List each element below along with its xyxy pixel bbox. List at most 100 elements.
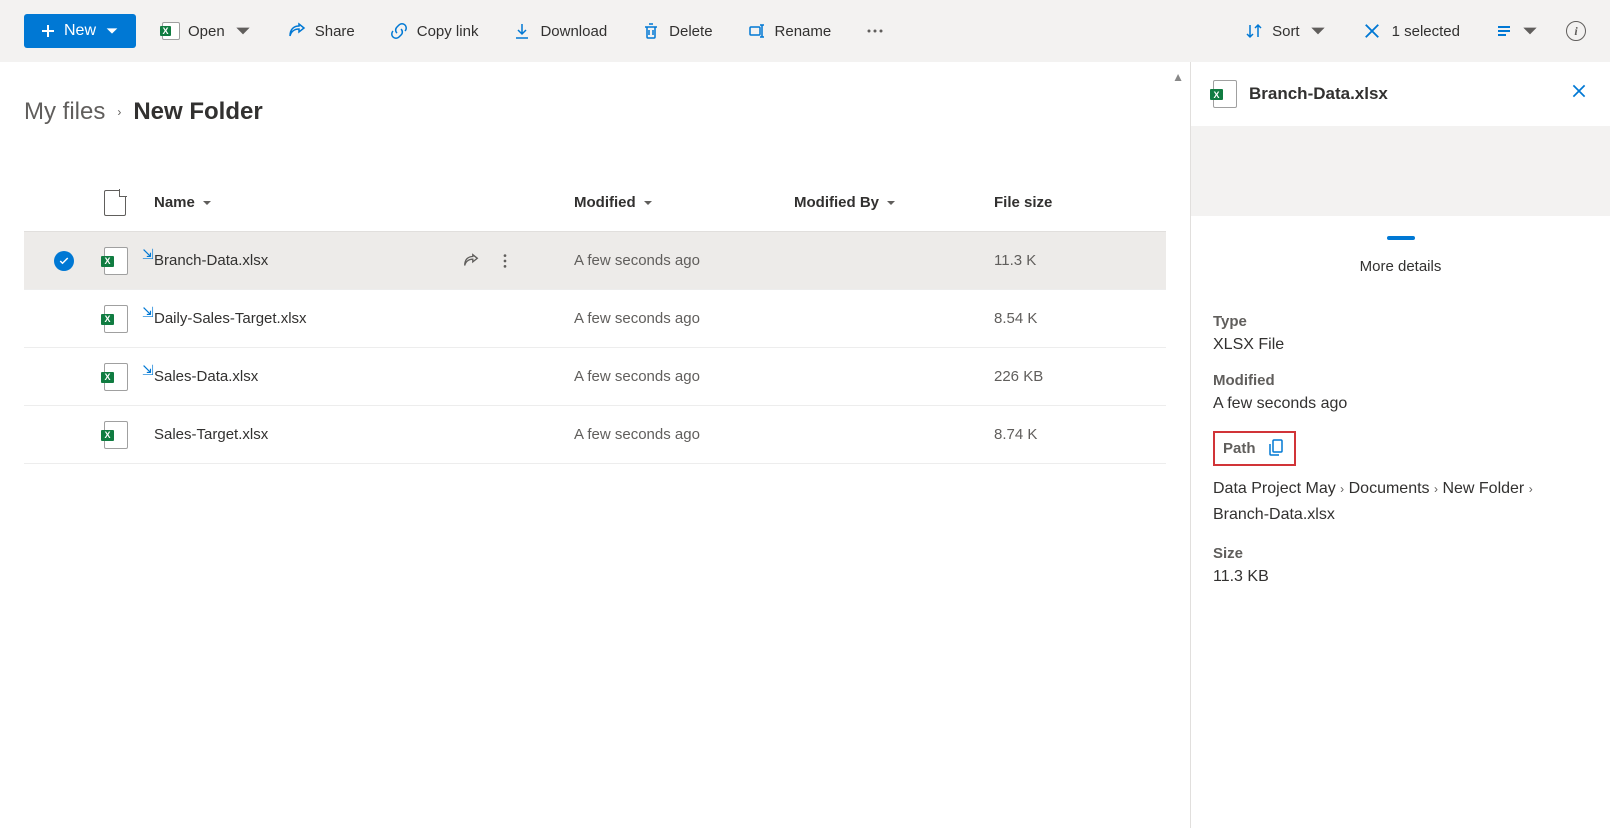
type-value: XLSX File	[1213, 336, 1588, 354]
more-icon[interactable]	[496, 252, 514, 270]
file-table: Name Modified Modified By File size ⇲Bra…	[24, 174, 1166, 464]
file-name[interactable]: Sales-Target.xlsx	[154, 426, 268, 443]
path-section-highlighted: Path	[1213, 431, 1296, 466]
row-selected-checkmark-icon[interactable]	[54, 251, 74, 271]
table-row[interactable]: ⇲Sales-Data.xlsx A few seconds ago 226 KB	[24, 348, 1166, 406]
file-list-pane: ▲ My files › New Folder Name Modified Mo…	[0, 62, 1190, 828]
modified-cell: A few seconds ago	[574, 426, 794, 443]
chevron-down-icon	[1308, 21, 1328, 41]
close-icon	[1362, 21, 1382, 41]
table-row[interactable]: ⇲Daily-Sales-Target.xlsx A few seconds ag…	[24, 290, 1166, 348]
more-actions-button[interactable]	[857, 15, 893, 47]
type-label: Type	[1213, 313, 1588, 330]
delete-button[interactable]: Delete	[633, 15, 720, 47]
file-type-column-icon[interactable]	[104, 190, 126, 216]
excel-file-icon	[1213, 80, 1237, 108]
chevron-right-icon: ›	[1529, 482, 1533, 496]
size-label: Size	[1213, 545, 1588, 562]
table-row[interactable]: Sales-Target.xlsx A few seconds ago 8.74 K	[24, 406, 1166, 464]
modified-cell: A few seconds ago	[574, 368, 794, 385]
open-button[interactable]: Open	[154, 15, 261, 47]
path-part[interactable]: Documents	[1349, 480, 1430, 497]
table-row[interactable]: ⇲Branch-Data.xlsxA few seconds ago11.3 K	[24, 232, 1166, 290]
scroll-up-indicator[interactable]: ▲	[1172, 70, 1184, 84]
more-details-toggle[interactable]: More details	[1191, 216, 1610, 287]
clear-selection-button[interactable]: 1 selected	[1354, 15, 1468, 47]
name-column-header[interactable]: Name	[154, 194, 574, 211]
chevron-down-icon	[642, 197, 654, 209]
sort-button[interactable]: Sort	[1236, 15, 1336, 47]
row-select-circle[interactable]	[54, 367, 74, 387]
copy-icon	[1266, 437, 1286, 457]
share-icon[interactable]	[462, 252, 480, 270]
breadcrumb: My files › New Folder	[24, 98, 1166, 126]
share-button[interactable]: Share	[279, 15, 363, 47]
ellipsis-icon	[865, 21, 885, 41]
row-select-circle[interactable]	[54, 425, 74, 445]
chevron-right-icon: ›	[117, 105, 121, 119]
sync-icon: ⇲	[142, 362, 154, 379]
rename-icon	[747, 21, 767, 41]
plus-icon	[40, 23, 56, 39]
details-title: Branch-Data.xlsx	[1249, 84, 1558, 104]
path-label: Path	[1223, 440, 1256, 457]
path-part[interactable]: Data Project May	[1213, 480, 1336, 497]
excel-file-icon	[104, 247, 128, 275]
copy-link-button[interactable]: Copy link	[381, 15, 487, 47]
share-label: Share	[315, 23, 355, 40]
path-part[interactable]: Branch-Data.xlsx	[1213, 506, 1335, 523]
path-value: Data Project May › Documents › New Folde…	[1213, 476, 1588, 527]
table-header: Name Modified Modified By File size	[24, 174, 1166, 232]
new-button-label: New	[64, 22, 96, 40]
close-details-button[interactable]	[1570, 82, 1588, 106]
sync-icon: ⇲	[142, 246, 154, 263]
excel-file-icon	[104, 363, 128, 391]
modified-label: Modified	[1213, 372, 1588, 389]
rename-label: Rename	[775, 23, 832, 40]
details-pane: Branch-Data.xlsx More details Type XLSX …	[1190, 62, 1610, 828]
copy-link-label: Copy link	[417, 23, 479, 40]
download-button[interactable]: Download	[504, 15, 615, 47]
info-button[interactable]: i	[1566, 21, 1586, 41]
delete-label: Delete	[669, 23, 712, 40]
drag-handle-icon	[1387, 236, 1415, 240]
size-column-header[interactable]: File size	[994, 194, 1166, 211]
chevron-down-icon	[1520, 21, 1540, 41]
chevron-down-icon	[201, 197, 213, 209]
file-name[interactable]: ⇲Branch-Data.xlsx	[154, 252, 268, 269]
modified-cell: A few seconds ago	[574, 310, 794, 327]
size-cell: 226 KB	[994, 368, 1166, 385]
close-icon	[1570, 82, 1588, 100]
view-toggle-button[interactable]	[1486, 15, 1548, 47]
download-label: Download	[540, 23, 607, 40]
copy-path-button[interactable]	[1266, 437, 1286, 460]
modified-column-header[interactable]: Modified	[574, 194, 794, 211]
excel-file-icon	[104, 305, 128, 333]
chevron-right-icon: ›	[1340, 482, 1344, 496]
path-part[interactable]: New Folder	[1442, 480, 1524, 497]
breadcrumb-current: New Folder	[133, 98, 262, 126]
file-name[interactable]: ⇲Daily-Sales-Target.xlsx	[154, 310, 307, 327]
modified-by-column-header[interactable]: Modified By	[794, 194, 994, 211]
chevron-down-icon	[104, 23, 120, 39]
breadcrumb-root[interactable]: My files	[24, 98, 105, 126]
download-icon	[512, 21, 532, 41]
list-view-icon	[1494, 21, 1514, 41]
link-icon	[389, 21, 409, 41]
chevron-down-icon	[885, 197, 897, 209]
command-toolbar: New Open Share Copy link Download Delete…	[0, 0, 1610, 62]
excel-file-icon	[104, 421, 128, 449]
rename-button[interactable]: Rename	[739, 15, 840, 47]
chevron-down-icon	[233, 21, 253, 41]
size-cell: 8.74 K	[994, 426, 1166, 443]
open-label: Open	[188, 23, 225, 40]
file-name[interactable]: ⇲Sales-Data.xlsx	[154, 368, 258, 385]
sort-icon	[1244, 21, 1264, 41]
new-button[interactable]: New	[24, 14, 136, 48]
selection-count-label: 1 selected	[1392, 23, 1460, 40]
row-select-circle[interactable]	[54, 309, 74, 329]
size-cell: 8.54 K	[994, 310, 1166, 327]
trash-icon	[641, 21, 661, 41]
share-icon	[287, 21, 307, 41]
size-value: 11.3 KB	[1213, 568, 1588, 586]
